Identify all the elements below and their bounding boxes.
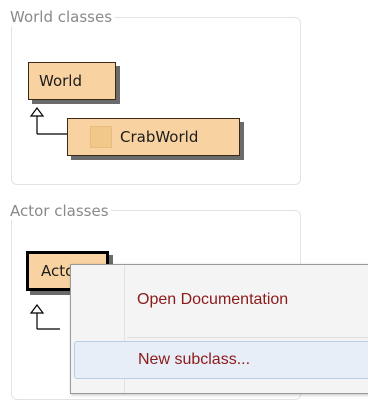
menu-item-label: New subclass...: [138, 351, 251, 368]
inheritance-arrow-icon: [29, 304, 60, 330]
menu-item-new-subclass[interactable]: New subclass...: [74, 341, 368, 379]
actor-classes-title: Actor classes: [10, 202, 111, 220]
world-classes-title: World classes: [10, 8, 115, 26]
context-menu: Open Documentation New subclass...: [70, 264, 368, 394]
crab-world-image-icon: [90, 126, 112, 148]
class-world[interactable]: World: [28, 62, 116, 100]
menu-separator: [127, 337, 368, 338]
class-crabworld[interactable]: CrabWorld: [67, 118, 240, 156]
menu-item-label: Open Documentation: [137, 291, 289, 308]
class-crabworld-label: CrabWorld: [120, 127, 199, 146]
world-classes-panel: [11, 17, 301, 185]
menu-item-open-documentation[interactable]: Open Documentation: [74, 281, 368, 319]
class-world-label: World: [39, 71, 82, 90]
